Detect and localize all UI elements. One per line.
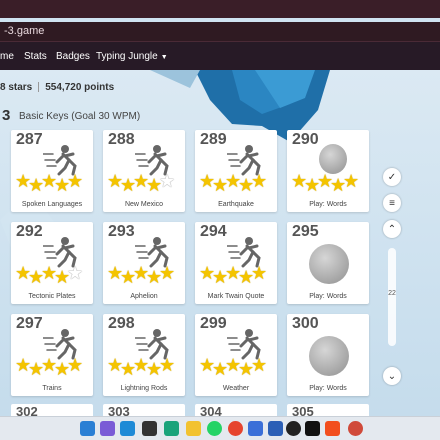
lesson-card[interactable]: 289 ★ ★ ★ ★ ★ Earthquake [195, 130, 277, 212]
caret-down-icon: ▼ [160, 54, 168, 61]
star-rating: ★ ★ ★ ★ ★ [15, 356, 89, 378]
star-rating: ★ ★ ★ ★ ★ [199, 172, 273, 194]
vscode-icon[interactable] [120, 421, 135, 436]
lesson-label: Tectonic Plates [28, 293, 76, 300]
lesson-number: 300 [292, 315, 319, 332]
lesson-number: 298 [108, 315, 135, 332]
lesson-number: 297 [16, 315, 43, 332]
folder-icon[interactable] [186, 421, 201, 436]
figma-icon[interactable] [325, 421, 340, 436]
level-scroll-track[interactable] [388, 248, 396, 346]
lesson-label: Spoken Languages [21, 201, 83, 208]
lesson-number: 294 [200, 223, 227, 240]
points-count: 554,720 points [45, 82, 115, 93]
lesson-card[interactable]: 290 ★ ★ ★ ★ ★ Play: Words [287, 130, 369, 212]
browser-tab-strip [0, 0, 440, 18]
star-filled-icon: ★ [251, 171, 268, 191]
star-filled-icon: ★ [251, 355, 268, 375]
lesson-number: 288 [108, 131, 135, 148]
lesson-card[interactable]: 294 ★ ★ ★ ★ ★ Mark Twain Quote [195, 222, 277, 304]
star-filled-icon: ★ [67, 171, 84, 191]
address-text[interactable]: -3.game [4, 25, 44, 37]
star-empty-icon: ★ [67, 263, 84, 283]
lesson-label: Lightning Rods [120, 385, 168, 392]
start-icon[interactable] [80, 421, 95, 436]
lesson-card[interactable]: 298 ★ ★ ★ ★ ★ Lightning Rods [103, 314, 185, 396]
lesson-card[interactable]: 295 Play: Words [287, 222, 369, 304]
lesson-label: New Mexico [124, 201, 164, 208]
level-number: 3 [2, 107, 11, 124]
star-rating: ★ ★ ★ ★ ★ [107, 356, 181, 378]
star-rating: ★ ★ ★ ★ ★ [199, 356, 273, 378]
edge-icon[interactable] [164, 421, 179, 436]
lesson-label: Play: Words [309, 201, 347, 208]
lesson-label: Play: Words [309, 293, 347, 300]
menu-icon[interactable]: ≡ [383, 194, 401, 212]
star-empty-icon: ★ [159, 171, 176, 191]
lesson-label: Trains [42, 385, 62, 392]
scroll-down-icon[interactable]: ⌄ [383, 367, 401, 385]
lesson-label: Earthquake [218, 201, 254, 208]
game-mascot-icon [309, 336, 349, 376]
lesson-card[interactable]: 288 ★ ★ ★ ★ ★ New Mexico [103, 130, 185, 212]
nav-typing-jungle-label: Typing Jungle [96, 51, 158, 62]
lesson-number: 290 [292, 131, 319, 148]
star-filled-icon: ★ [159, 355, 176, 375]
nav-item-badges[interactable]: Badges [56, 51, 90, 62]
star-rating: ★ ★ ★ ★ ★ [199, 264, 273, 286]
chrome-icon[interactable] [228, 421, 243, 436]
star-rating: ★ ★ ★ ★ ★ [291, 172, 365, 194]
app-icon[interactable] [248, 421, 263, 436]
chrome-active-icon[interactable] [348, 421, 363, 436]
copilot-icon[interactable] [100, 421, 115, 436]
lesson-number: 293 [108, 223, 135, 240]
game-mascot-icon [309, 244, 349, 284]
star-filled-icon: ★ [159, 263, 176, 283]
nav-item-stats[interactable]: Stats [24, 51, 47, 62]
lesson-number: 292 [16, 223, 43, 240]
address-bar[interactable]: -3.game [0, 22, 440, 42]
lesson-card[interactable]: 292 ★ ★ ★ ★ ★ Tectonic Plates [11, 222, 93, 304]
stats-line: 8 stars 554,720 points [0, 82, 114, 93]
app-dark-icon[interactable] [286, 421, 301, 436]
lesson-card[interactable]: 287 ★ ★ ★ ★ ★ Spoken Languages [11, 130, 93, 212]
stars-count: 8 stars [0, 82, 33, 93]
lesson-label: Play: Words [309, 385, 347, 392]
site-navbar: me Stats Badges Typing Jungle ▼ [0, 42, 440, 70]
lesson-number: 287 [16, 131, 43, 148]
lesson-card[interactable]: 297 ★ ★ ★ ★ ★ Trains [11, 314, 93, 396]
nav-item-typing-jungle[interactable]: Typing Jungle ▼ [96, 51, 168, 62]
scroll-up-icon[interactable]: ⌃ [383, 220, 401, 238]
chatgpt-icon[interactable] [142, 421, 157, 436]
lesson-number: 289 [200, 131, 227, 148]
star-rating: ★ ★ ★ ★ ★ [107, 172, 181, 194]
lesson-label: Weather [222, 385, 250, 392]
star-filled-icon: ★ [251, 263, 268, 283]
terminal-icon[interactable] [305, 421, 320, 436]
game-mascot-icon [319, 144, 347, 174]
windows-taskbar [0, 416, 440, 440]
lesson-card[interactable]: 299 ★ ★ ★ ★ ★ Weather [195, 314, 277, 396]
star-rating: ★ ★ ★ ★ ★ [15, 264, 89, 286]
whatsapp-icon[interactable] [207, 421, 222, 436]
lesson-number: 299 [200, 315, 227, 332]
scroll-level-label: 22 [388, 290, 396, 297]
star-rating: ★ ★ ★ ★ ★ [107, 264, 181, 286]
docs-icon[interactable] [268, 421, 283, 436]
star-rating: ★ ★ ★ ★ ★ [15, 172, 89, 194]
lesson-label: Aphelion [130, 293, 158, 300]
star-filled-icon: ★ [343, 171, 360, 191]
lesson-number: 295 [292, 223, 319, 240]
lesson-card[interactable]: 300 Play: Words [287, 314, 369, 396]
level-title: Basic Keys (Goal 30 WPM) [19, 111, 141, 122]
lesson-label: Mark Twain Quote [207, 293, 265, 300]
nav-item-home[interactable]: me [0, 51, 14, 62]
lesson-card[interactable]: 293 ★ ★ ★ ★ ★ Aphelion [103, 222, 185, 304]
star-filled-icon: ★ [67, 355, 84, 375]
check-icon[interactable]: ✓ [383, 168, 401, 186]
